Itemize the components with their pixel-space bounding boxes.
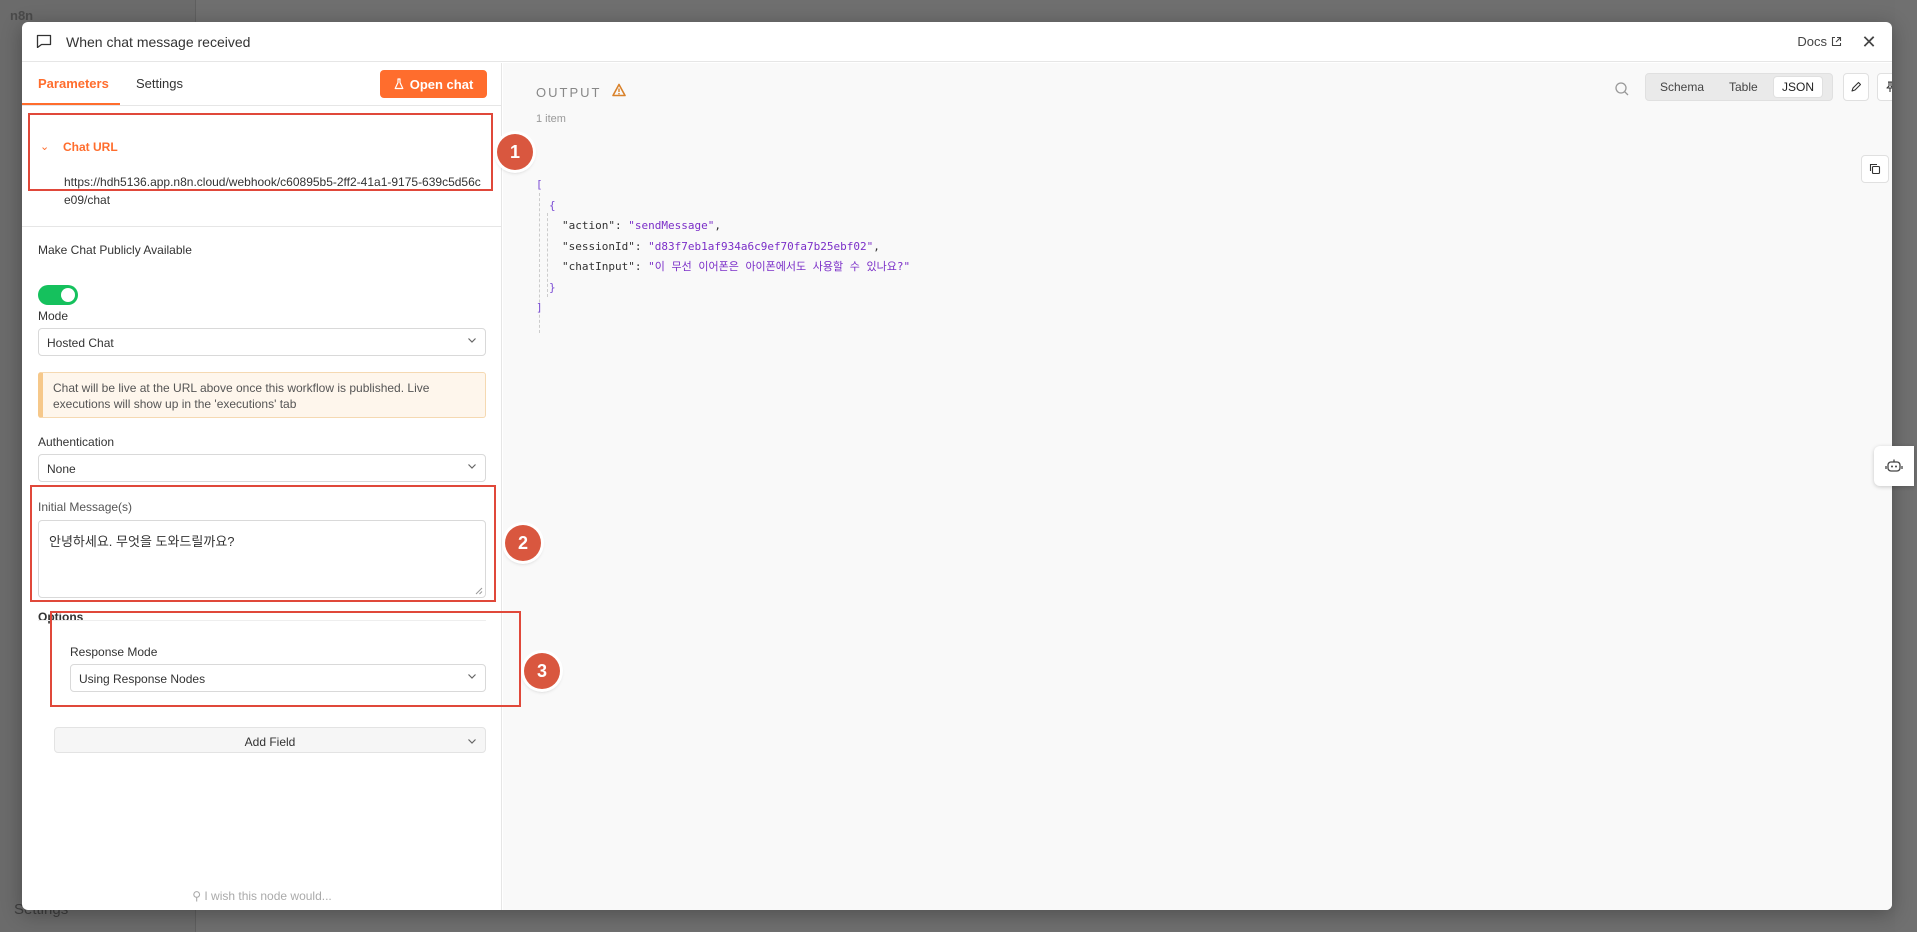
view-schema[interactable]: Schema (1652, 77, 1712, 97)
robot-icon (1885, 459, 1903, 472)
chevron-down-icon[interactable]: ⌄ (40, 140, 49, 153)
warning-icon (612, 83, 626, 97)
json-line: "sessionId": "d83f7eb1af934a6c9ef70fa7b2… (562, 239, 880, 253)
flask-icon (394, 78, 404, 90)
pin-icon (1886, 81, 1892, 92)
json-value: "이 무선 이어폰은 아이폰에서도 사용할 수 있나요?" (648, 260, 911, 273)
active-tab-indicator (22, 103, 120, 105)
authentication-label: Authentication (38, 435, 115, 449)
json-line: [ (536, 175, 910, 196)
chat-url-value[interactable]: https://hdh5136.app.n8n.cloud/webhook/c6… (64, 173, 484, 209)
json-value: "sendMessage" (628, 219, 715, 232)
annotation-badge-3: 3 (524, 653, 560, 689)
mode-label: Mode (38, 309, 69, 323)
chevron-down-icon (468, 464, 476, 469)
assistant-button[interactable] (1874, 446, 1914, 486)
close-icon[interactable]: ✕ (1860, 32, 1878, 53)
response-mode-label: Response Mode (70, 645, 158, 659)
initial-messages-label: Initial Message(s) (38, 500, 133, 514)
output-panel: OUTPUT 1 item Schema Table JSON [{"act… (503, 63, 1892, 910)
json-brace: } (549, 280, 556, 294)
response-mode-select[interactable]: Using Response Nodes (70, 664, 486, 692)
json-key: "sessionId" (562, 239, 635, 253)
tab-settings[interactable]: Settings (136, 76, 183, 91)
annotation-badge-2: 2 (505, 525, 541, 561)
json-bracket: [ (536, 178, 543, 191)
json-brace: { (549, 198, 556, 212)
json-line: "action": "sendMessage", (562, 219, 721, 232)
output-title: OUTPUT (536, 85, 602, 100)
json-key: "chatInput" (562, 260, 635, 273)
app-logo: n8n (10, 8, 34, 23)
node-modal: When chat message received Docs ✕ Parame… (22, 22, 1892, 910)
view-toggle: Schema Table JSON (1645, 73, 1833, 101)
chat-bubble-icon (36, 34, 52, 48)
copy-output-button[interactable] (1861, 155, 1889, 183)
initial-messages-value: 안녕하세요. 무엇을 도와드릴까요? (49, 534, 235, 549)
json-line: } (536, 278, 910, 299)
open-chat-button[interactable]: Open chat (380, 70, 487, 98)
json-output[interactable]: [ { "action": "sendMessage", "sessionId"… (536, 175, 910, 319)
parameters-panel: Parameters Settings Open chat ⌄ Chat URL… (22, 63, 502, 910)
pin-output-button[interactable] (1877, 73, 1892, 101)
options-label: Options (38, 610, 84, 624)
response-mode-value: Using Response Nodes (79, 672, 206, 686)
divider (22, 226, 501, 227)
json-separator: , (714, 219, 721, 232)
external-link-icon (1831, 36, 1842, 47)
authentication-select[interactable]: None (38, 454, 486, 482)
feedback-link[interactable]: ⚲ I wish this node would... (22, 889, 502, 903)
json-bracket: ] (536, 301, 543, 314)
resize-handle-icon[interactable] (475, 587, 483, 595)
make-public-label: Make Chat Publicly Available (38, 243, 192, 257)
add-field-label: Add Field (244, 735, 296, 749)
chevron-down-icon (468, 674, 476, 679)
lightbulb-icon: ⚲ (192, 889, 202, 903)
json-separator: , (873, 239, 880, 253)
copy-icon (1869, 163, 1881, 175)
pencil-icon (1851, 81, 1862, 92)
chevron-down-icon (468, 338, 476, 343)
mode-select[interactable]: Hosted Chat (38, 328, 486, 356)
view-table[interactable]: Table (1721, 77, 1766, 97)
json-key: "action" (562, 219, 615, 232)
chevron-down-icon (468, 739, 476, 744)
divider (38, 620, 486, 621)
json-line: { (536, 196, 910, 217)
authentication-value: None (47, 462, 76, 476)
docs-link[interactable]: Docs (1797, 34, 1842, 49)
feedback-text: I wish this node would... (204, 889, 332, 903)
publish-notice: Chat will be live at the URL above once … (38, 372, 486, 418)
tab-parameters[interactable]: Parameters (38, 76, 109, 91)
edit-output-button[interactable] (1843, 73, 1869, 101)
open-chat-label: Open chat (409, 76, 474, 92)
json-value: "d83f7eb1af934a6c9ef70fa7b25ebf02" (648, 239, 874, 253)
initial-messages-input[interactable]: 안녕하세요. 무엇을 도와드릴까요? (38, 520, 486, 598)
make-public-toggle[interactable] (38, 285, 78, 305)
docs-label: Docs (1797, 34, 1827, 49)
modal-title: When chat message received (66, 34, 251, 50)
view-json[interactable]: JSON (1774, 77, 1823, 97)
modal-header: When chat message received Docs ✕ (22, 22, 1892, 62)
panel-tabs: Parameters Settings Open chat (22, 63, 501, 106)
add-field-button[interactable]: Add Field (54, 727, 486, 753)
search-icon[interactable] (1614, 81, 1630, 97)
chat-url-label[interactable]: Chat URL (63, 140, 118, 154)
item-count: 1 item (536, 113, 566, 125)
annotation-badge-1: 1 (497, 134, 533, 170)
json-line: "chatInput": "이 무선 이어폰은 아이폰에서도 사용할 수 있나요… (562, 260, 911, 273)
toggle-knob (61, 288, 75, 302)
json-line: ] (536, 298, 910, 319)
mode-value: Hosted Chat (47, 336, 114, 350)
